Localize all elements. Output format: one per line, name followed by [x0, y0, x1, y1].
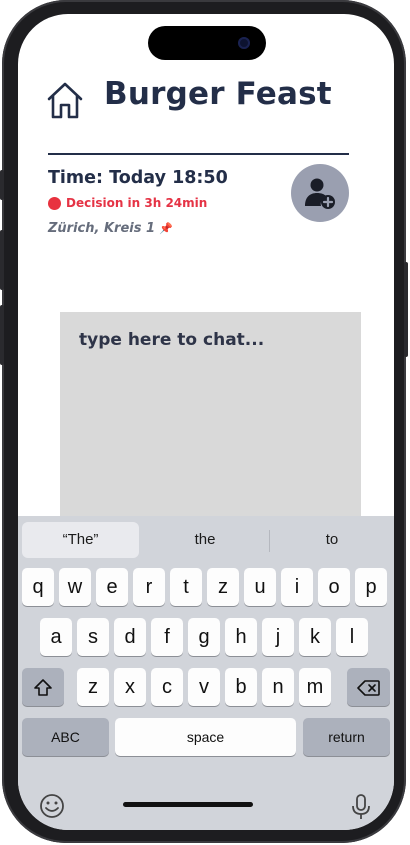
- key-o[interactable]: o: [318, 568, 350, 606]
- power-button: [404, 262, 408, 357]
- screen: Burger Feast Time: Today 18:50 Decision …: [18, 14, 394, 830]
- space-key[interactable]: space: [115, 718, 296, 756]
- key-i[interactable]: i: [281, 568, 313, 606]
- home-icon[interactable]: [45, 80, 85, 120]
- shift-key[interactable]: [22, 668, 64, 706]
- key-n[interactable]: n: [262, 668, 294, 706]
- key-w[interactable]: w: [59, 568, 91, 606]
- suggestion-2[interactable]: the: [146, 522, 264, 558]
- key-a[interactable]: a: [40, 618, 72, 656]
- decision-text: Decision in 3h 24min: [66, 196, 208, 210]
- key-r[interactable]: r: [133, 568, 165, 606]
- key-d[interactable]: d: [114, 618, 146, 656]
- key-u[interactable]: u: [244, 568, 276, 606]
- chat-placeholder: type here to chat...: [79, 330, 265, 350]
- key-c[interactable]: c: [151, 668, 183, 706]
- key-l[interactable]: l: [336, 618, 368, 656]
- emoji-icon[interactable]: [39, 793, 65, 819]
- shift-icon: [34, 678, 52, 696]
- keyboard: “The” the to q w e r t z u i o p a s d f…: [18, 516, 394, 830]
- add-user-icon: [305, 178, 335, 209]
- page-title: Burger Feast: [104, 76, 332, 112]
- volume-down-button: [0, 305, 4, 365]
- key-g[interactable]: g: [188, 618, 220, 656]
- volume-up-button: [0, 230, 4, 290]
- abc-key[interactable]: ABC: [22, 718, 109, 756]
- key-k[interactable]: k: [299, 618, 331, 656]
- key-s[interactable]: s: [77, 618, 109, 656]
- key-t[interactable]: t: [170, 568, 202, 606]
- phone-frame: Burger Feast Time: Today 18:50 Decision …: [0, 0, 408, 843]
- suggestion-1[interactable]: “The”: [22, 522, 139, 558]
- decision-countdown: Decision in 3h 24min: [48, 196, 207, 210]
- alert-dot-icon: [48, 196, 61, 210]
- backspace-key[interactable]: [347, 668, 390, 706]
- key-x[interactable]: x: [114, 668, 146, 706]
- key-q[interactable]: q: [22, 568, 54, 606]
- key-e[interactable]: e: [96, 568, 128, 606]
- event-time: Time: Today 18:50: [48, 168, 228, 188]
- key-p[interactable]: p: [355, 568, 387, 606]
- key-f[interactable]: f: [151, 618, 183, 656]
- return-key[interactable]: return: [303, 718, 390, 756]
- backspace-icon: [356, 679, 380, 696]
- microphone-icon[interactable]: [351, 793, 371, 821]
- location-text: Zürich, Kreis 1: [48, 221, 156, 236]
- key-b[interactable]: b: [225, 668, 257, 706]
- key-h[interactable]: h: [225, 618, 257, 656]
- key-j[interactable]: j: [262, 618, 294, 656]
- action-button: [0, 170, 4, 200]
- header-divider: [48, 153, 349, 155]
- pin-icon: 📌: [159, 222, 173, 235]
- key-z[interactable]: z: [207, 568, 239, 606]
- home-indicator[interactable]: [123, 802, 253, 807]
- key-v[interactable]: v: [188, 668, 220, 706]
- add-user-button[interactable]: [291, 164, 349, 222]
- event-location: Zürich, Kreis 1 📌: [48, 221, 173, 236]
- camera-icon: [238, 37, 250, 49]
- suggestion-separator: [269, 530, 270, 552]
- key-m[interactable]: m: [299, 668, 331, 706]
- suggestion-3[interactable]: to: [274, 522, 390, 558]
- chat-input-area[interactable]: type here to chat...: [60, 312, 361, 527]
- suggestion-bar: “The” the to: [18, 516, 394, 564]
- dynamic-island: [148, 26, 266, 60]
- key-z2[interactable]: z: [77, 668, 109, 706]
